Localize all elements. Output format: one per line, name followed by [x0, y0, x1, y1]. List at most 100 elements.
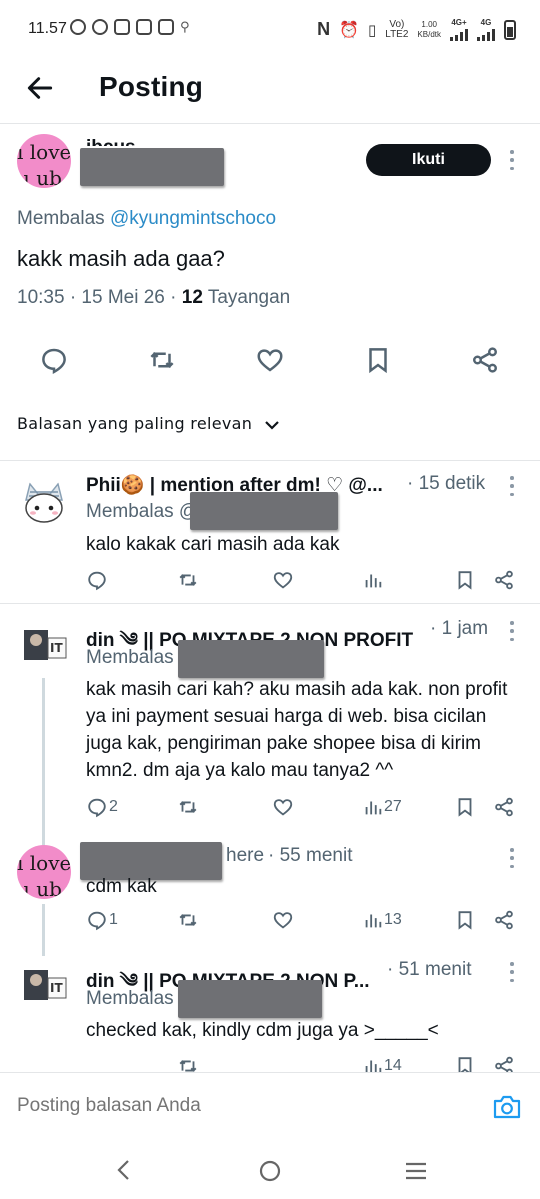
reply-text: kak masih cari kah? aku masih ada kak. n… — [86, 679, 508, 781]
repost-icon[interactable] — [177, 909, 199, 931]
replying-to: Membalas — [86, 988, 174, 1009]
avatar[interactable]: IT — [22, 968, 68, 1004]
redaction-box — [80, 148, 224, 186]
system-icons: N ⏰ ▯ Vo) LTE2 1.00 KB/dtk 4G+ 4G — [317, 18, 516, 41]
chevron-down-icon — [264, 420, 279, 430]
like-icon[interactable] — [272, 796, 294, 818]
photo-avatar-icon: IT — [22, 628, 68, 664]
vibrate-icon: ▯ — [367, 21, 377, 39]
reply-actions — [0, 566, 540, 594]
signal-1: 4G+ — [450, 18, 468, 41]
reply-text: cdm kak — [86, 876, 157, 897]
reply-time: · 1 jam — [430, 618, 489, 639]
reply-text: kalo kakak cari masih ada kak — [86, 534, 340, 555]
avatar[interactable]: IT — [22, 628, 68, 664]
camera-icon[interactable] — [492, 1093, 522, 1121]
volte-indicator: Vo) LTE2 — [385, 18, 409, 40]
bookmark-icon[interactable] — [454, 1055, 476, 1072]
views-count: 13 — [384, 911, 402, 928]
share-icon[interactable] — [493, 909, 515, 931]
divider — [0, 603, 540, 604]
reply-actions: 1 13 — [0, 906, 540, 934]
post-meta: 10:35 · 15 Mei 26 · 12 Tayangan — [17, 287, 291, 308]
bookmark-icon[interactable] — [363, 345, 393, 375]
more-options-icon[interactable] — [509, 962, 515, 982]
svg-text:IT: IT — [50, 641, 63, 655]
repost-icon[interactable] — [147, 345, 177, 375]
reply-count: 1 — [109, 911, 118, 928]
more-options-icon[interactable] — [509, 848, 515, 868]
post-actions — [0, 342, 540, 378]
reply-author-name[interactable]: here — [226, 845, 264, 867]
share-icon[interactable] — [493, 796, 515, 818]
svg-text:IT: IT — [50, 981, 63, 995]
reply-input[interactable] — [17, 1095, 417, 1117]
like-icon[interactable] — [272, 909, 294, 931]
more-options-icon[interactable] — [509, 150, 515, 170]
reply-composer — [0, 1072, 540, 1142]
reply-time: · 51 menit — [387, 959, 472, 980]
replying-to: Membalas — [86, 647, 174, 668]
reply-icon[interactable] — [86, 909, 108, 931]
redaction-box — [190, 492, 338, 530]
repost-icon[interactable] — [177, 796, 199, 818]
follow-button[interactable]: Ikuti — [366, 144, 491, 176]
views-count: 12 — [181, 287, 203, 308]
reply-count: 2 — [109, 798, 118, 815]
page-title: Posting — [99, 71, 204, 102]
redaction-box — [178, 640, 324, 678]
reply-icon[interactable] — [86, 569, 108, 591]
nfc-icon: N — [317, 19, 331, 39]
more-options-icon[interactable] — [509, 621, 515, 641]
notification-icons: ⚲ — [70, 19, 190, 35]
avatar[interactable]: i love u ub — [17, 845, 71, 899]
cat-avatar-icon — [25, 482, 63, 523]
reply-time: · 55 menit — [268, 845, 353, 866]
avatar[interactable] — [20, 478, 68, 526]
gallery-icon — [114, 19, 130, 35]
alarm-icon: ⏰ — [339, 21, 359, 39]
like-icon[interactable] — [272, 569, 294, 591]
reply-icon[interactable] — [86, 796, 108, 818]
usb-icon: ⚲ — [180, 19, 190, 34]
like-icon[interactable] — [255, 345, 285, 375]
bookmark-icon[interactable] — [454, 796, 476, 818]
photo-avatar-icon: IT — [22, 968, 68, 1004]
share-icon[interactable] — [470, 345, 500, 375]
top-app-bar: Posting — [0, 58, 540, 124]
avatar[interactable]: i love u ub — [17, 134, 71, 188]
repost-icon[interactable] — [177, 569, 199, 591]
line-icon — [92, 19, 108, 35]
bookmark-icon[interactable] — [454, 909, 476, 931]
whatsapp-icon — [70, 19, 86, 35]
share-icon[interactable] — [493, 569, 515, 591]
views-icon[interactable] — [362, 569, 384, 591]
views-icon[interactable] — [362, 909, 384, 931]
nav-back-icon[interactable] — [114, 1158, 134, 1182]
sort-dropdown[interactable]: Balasan yang paling relevan — [17, 414, 280, 433]
back-arrow-icon[interactable] — [24, 72, 56, 104]
reply-time: · 15 detik — [407, 473, 486, 494]
repost-icon[interactable] — [177, 1055, 199, 1072]
more-options-icon[interactable] — [509, 476, 515, 496]
replying-to: Membalas @ — [86, 501, 199, 522]
status-time: 11.57 — [28, 20, 67, 37]
redaction-box — [178, 980, 322, 1018]
post-text: kakk masih ada gaa? — [17, 246, 225, 271]
shopping-bag-icon — [158, 19, 174, 35]
nav-recents-icon[interactable] — [404, 1161, 428, 1181]
share-icon[interactable] — [493, 1055, 515, 1072]
views-icon[interactable] — [362, 796, 384, 818]
views-count: 14 — [384, 1057, 402, 1072]
dollar-app-icon — [136, 19, 152, 35]
divider — [0, 460, 540, 461]
views-icon[interactable] — [362, 1055, 384, 1072]
reply-handle-link[interactable]: @kyungmintschoco — [110, 208, 276, 229]
author-name[interactable]: ibcus — [86, 136, 136, 146]
bookmark-icon[interactable] — [454, 569, 476, 591]
signal-2: 4G — [477, 18, 495, 41]
nav-home-icon[interactable] — [258, 1159, 282, 1183]
reply-icon[interactable] — [39, 345, 69, 375]
reply-actions: 2 27 — [0, 793, 540, 821]
system-nav-bar — [0, 1142, 540, 1199]
